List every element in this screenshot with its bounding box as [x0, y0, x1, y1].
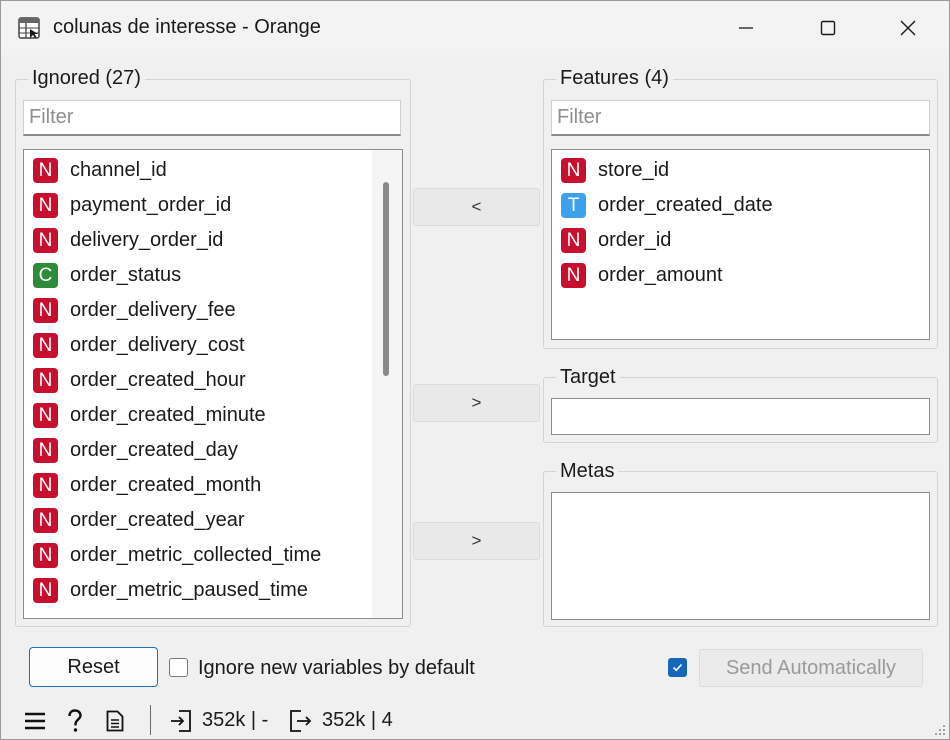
- variable-type-icon: N: [561, 158, 586, 183]
- maximize-icon: [820, 20, 836, 36]
- variable-type-icon: N: [33, 438, 58, 463]
- list-item[interactable]: Norder_metric_collected_time: [24, 538, 402, 573]
- orange-select-columns-window: colunas de interesse - Orange Ignored (2…: [0, 0, 950, 740]
- minimize-button[interactable]: [719, 1, 773, 55]
- metas-list[interactable]: [551, 492, 930, 620]
- ignored-rows: Nchannel_id Npayment_order_id Ndelivery_or…: [24, 150, 402, 608]
- scroll-thumb[interactable]: [383, 182, 389, 376]
- move-to-metas-button[interactable]: >: [413, 522, 540, 560]
- ignore-new-variables-label[interactable]: Ignore new variables by default: [198, 657, 475, 680]
- variable-name: order_created_minute: [70, 404, 266, 426]
- list-item[interactable]: Corder_status: [24, 258, 402, 293]
- orange-app-icon: [18, 17, 40, 39]
- move-to-ignored-button[interactable]: <: [413, 188, 540, 226]
- list-item[interactable]: Torder_created_date: [552, 188, 929, 223]
- variable-type-icon: N: [33, 508, 58, 533]
- list-item[interactable]: Norder_delivery_cost: [24, 328, 402, 363]
- list-item[interactable]: Nstore_id: [552, 153, 929, 188]
- variable-name: order_delivery_fee: [70, 299, 236, 321]
- ignored-title: Ignored (27): [28, 67, 145, 90]
- list-item[interactable]: Norder_amount: [552, 258, 929, 293]
- input-signal-icon: [169, 709, 193, 733]
- title-bar: colunas de interesse - Orange: [1, 1, 949, 55]
- target-list[interactable]: [551, 398, 930, 435]
- variable-name: order_delivery_cost: [70, 334, 245, 356]
- variable-name: order_amount: [598, 264, 723, 286]
- features-list[interactable]: Nstore_id Torder_created_date Norder_id Nor…: [551, 149, 930, 340]
- variable-type-icon: N: [33, 543, 58, 568]
- variable-name: order_id: [598, 229, 672, 251]
- variable-type-icon: N: [33, 368, 58, 393]
- window-title: colunas de interesse - Orange: [53, 16, 321, 38]
- variable-type-icon: N: [33, 228, 58, 253]
- variable-type-icon: C: [33, 263, 58, 288]
- list-item[interactable]: Norder_created_hour: [24, 363, 402, 398]
- ignore-new-variables-checkbox[interactable]: [169, 658, 188, 677]
- variable-name: delivery_order_id: [70, 229, 224, 251]
- variable-name: order_metric_paused_time: [70, 579, 308, 601]
- auto-send-checkbox[interactable]: [668, 658, 687, 677]
- close-button[interactable]: [881, 1, 935, 55]
- reset-button[interactable]: Reset: [29, 647, 158, 687]
- variable-type-icon: N: [33, 333, 58, 358]
- list-item[interactable]: Norder_created_month: [24, 468, 402, 503]
- variable-name: order_status: [70, 264, 182, 286]
- variable-name: store_id: [598, 159, 670, 181]
- minimize-icon: [739, 27, 753, 29]
- output-signal-icon: [289, 709, 313, 733]
- help-icon: [68, 709, 82, 732]
- variable-name: payment_order_id: [70, 194, 232, 216]
- ignored-filter-input[interactable]: [23, 100, 401, 136]
- menu-button[interactable]: [23, 709, 47, 733]
- variable-type-icon: N: [33, 298, 58, 323]
- list-item[interactable]: Ndelivery_order_id: [24, 223, 402, 258]
- report-button[interactable]: [103, 709, 127, 733]
- status-bar: 352k | - 352k | 4: [1, 701, 949, 739]
- help-button[interactable]: [63, 709, 87, 733]
- variable-name: order_created_year: [70, 509, 245, 531]
- variable-type-icon: N: [561, 263, 586, 288]
- features-title: Features (4): [556, 67, 673, 90]
- hamburger-menu-icon: [25, 712, 45, 730]
- list-item[interactable]: Norder_created_day: [24, 433, 402, 468]
- variable-name: order_created_hour: [70, 369, 246, 391]
- input-summary: 352k | -: [202, 709, 269, 731]
- report-icon: [106, 710, 124, 732]
- features-filter-input[interactable]: [551, 100, 930, 136]
- variable-type-icon: N: [561, 228, 586, 253]
- variable-name: order_created_month: [70, 474, 262, 496]
- list-item[interactable]: Norder_created_minute: [24, 398, 402, 433]
- list-item[interactable]: Nchannel_id: [24, 153, 402, 188]
- variable-name: order_metric_collected_time: [70, 544, 322, 566]
- send-automatically-button[interactable]: Send Automatically: [699, 649, 923, 687]
- list-item[interactable]: Norder_metric_paused_time: [24, 573, 402, 608]
- variable-name: channel_id: [70, 159, 167, 181]
- variable-type-icon: N: [33, 578, 58, 603]
- variable-type-icon: N: [33, 158, 58, 183]
- ignored-list[interactable]: Nchannel_id Npayment_order_id Ndelivery_or…: [23, 149, 403, 619]
- list-item[interactable]: Npayment_order_id: [24, 188, 402, 223]
- metas-title: Metas: [556, 460, 619, 483]
- list-item[interactable]: Norder_id: [552, 223, 929, 258]
- maximize-button[interactable]: [801, 1, 855, 55]
- list-item[interactable]: Norder_delivery_fee: [24, 293, 402, 328]
- features-rows: Nstore_id Torder_created_date Norder_id Nor…: [552, 150, 929, 293]
- list-item[interactable]: Norder_created_year: [24, 503, 402, 538]
- variable-name: order_created_date: [598, 194, 773, 216]
- status-separator: [150, 705, 151, 735]
- variable-type-icon: T: [561, 193, 586, 218]
- variable-name: order_created_day: [70, 439, 238, 461]
- variable-type-icon: N: [33, 193, 58, 218]
- checkmark-icon: [672, 663, 683, 672]
- close-icon: [900, 20, 916, 36]
- variable-type-icon: N: [33, 403, 58, 428]
- output-summary: 352k | 4: [322, 709, 393, 731]
- move-to-target-button[interactable]: >: [413, 384, 540, 422]
- ignored-scrollbar[interactable]: [372, 150, 402, 618]
- resize-grip-icon[interactable]: [934, 724, 946, 736]
- variable-type-icon: N: [33, 473, 58, 498]
- target-title: Target: [556, 366, 620, 389]
